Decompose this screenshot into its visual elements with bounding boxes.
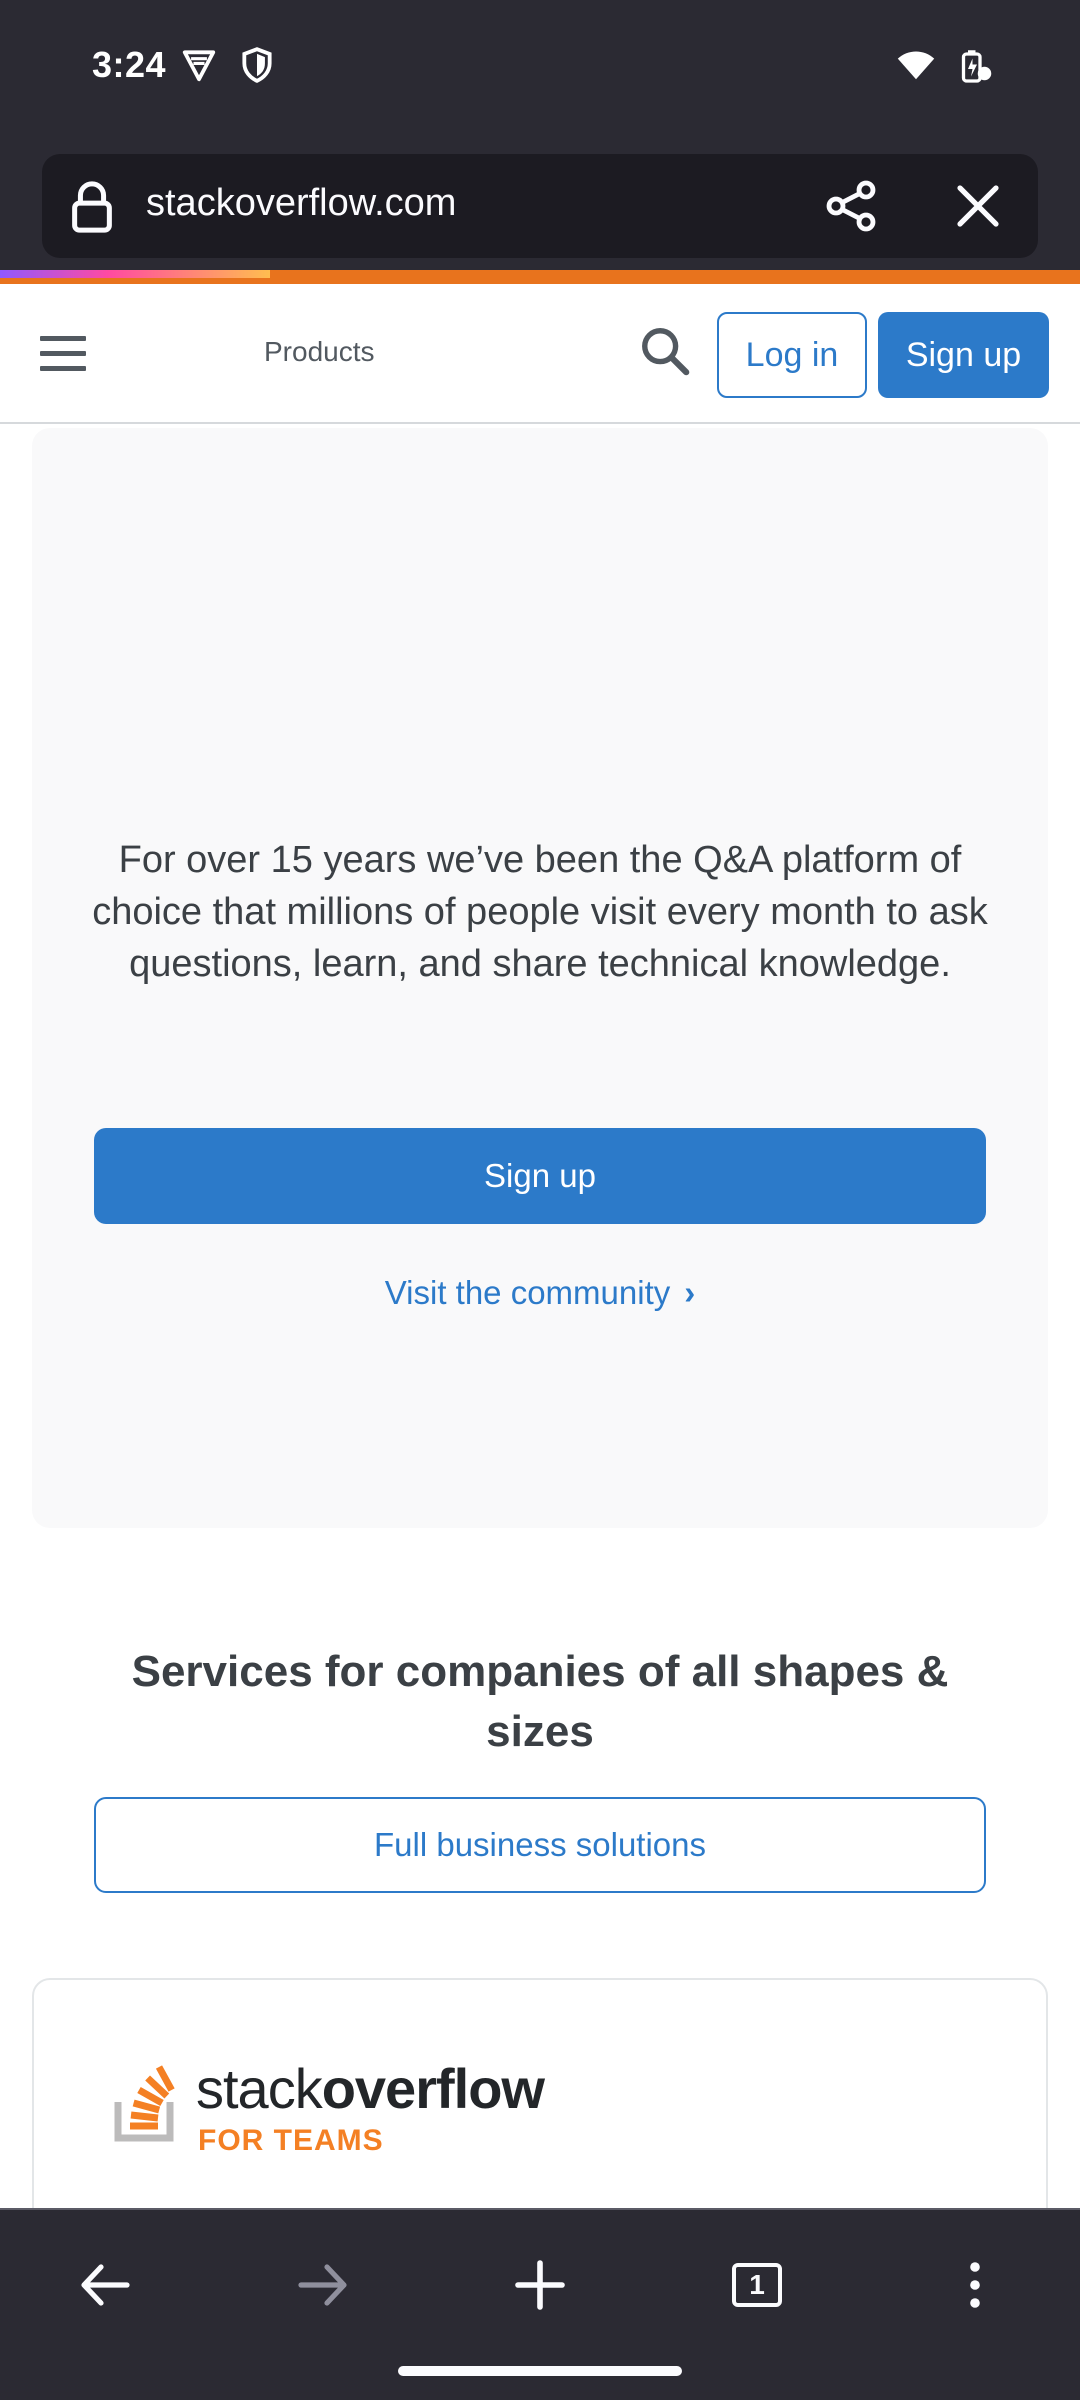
hero-signup-button[interactable]: Sign up bbox=[94, 1128, 986, 1224]
share-icon[interactable] bbox=[824, 178, 880, 234]
browser-toolbar: stackoverflow.com bbox=[0, 140, 1080, 270]
tabs-button[interactable]: 1 bbox=[722, 2250, 792, 2320]
page-load-progress bbox=[0, 270, 270, 278]
url-bar[interactable]: stackoverflow.com bbox=[42, 154, 1038, 258]
battery-charging-icon bbox=[961, 50, 992, 83]
browser-bottom-bar: 1 bbox=[0, 2208, 1080, 2400]
login-button[interactable]: Log in bbox=[717, 312, 867, 398]
vpn-icon bbox=[182, 50, 216, 82]
full-business-solutions-button[interactable]: Full business solutions bbox=[94, 1797, 986, 1893]
new-tab-button[interactable] bbox=[505, 2250, 575, 2320]
hero-description: For over 15 years we’ve been the Q&A pla… bbox=[92, 839, 988, 985]
site-header: Products Log in Sign up bbox=[0, 284, 1080, 424]
overflow-menu-button[interactable] bbox=[940, 2250, 1010, 2320]
logo-word-stack: stack bbox=[196, 2057, 323, 2120]
close-icon[interactable] bbox=[950, 178, 1006, 234]
status-time: 3:24 bbox=[92, 44, 167, 85]
lock-icon[interactable] bbox=[70, 180, 114, 234]
gesture-handle[interactable] bbox=[398, 2366, 682, 2376]
header-signup-button[interactable]: Sign up bbox=[878, 312, 1049, 398]
shield-icon bbox=[242, 47, 272, 83]
chevron-right-icon: › bbox=[684, 1274, 696, 1311]
visit-community-link[interactable]: Visit the community › bbox=[32, 1274, 1048, 1312]
search-icon[interactable] bbox=[638, 324, 692, 378]
tab-count: 1 bbox=[732, 2263, 782, 2307]
back-button[interactable] bbox=[70, 2250, 140, 2320]
arrow-left-icon bbox=[81, 2264, 130, 2306]
services-title: Services for companies of all shapes & s… bbox=[131, 1647, 949, 1756]
visit-community-label: Visit the community bbox=[384, 1274, 671, 1311]
logo-word-overflow: overflow bbox=[321, 2057, 545, 2120]
more-vertical-icon bbox=[970, 2262, 980, 2308]
logo-word-teams: FOR TEAMS bbox=[198, 2124, 384, 2157]
status-bar: 3:24 bbox=[0, 0, 1080, 140]
products-link[interactable]: Products bbox=[264, 336, 375, 368]
arrow-right-icon bbox=[298, 2264, 347, 2306]
wifi-icon bbox=[897, 51, 935, 80]
plus-icon bbox=[515, 2260, 565, 2310]
hero-card: For over 15 years we’ve been the Q&A pla… bbox=[32, 428, 1048, 1528]
logo-wordmark: stackoverflow bbox=[196, 2056, 545, 2121]
menu-icon[interactable] bbox=[40, 336, 86, 372]
forward-button[interactable] bbox=[288, 2250, 358, 2320]
url-text[interactable]: stackoverflow.com bbox=[146, 182, 456, 225]
stack-overflow-teams-logo-icon bbox=[114, 2065, 175, 2142]
